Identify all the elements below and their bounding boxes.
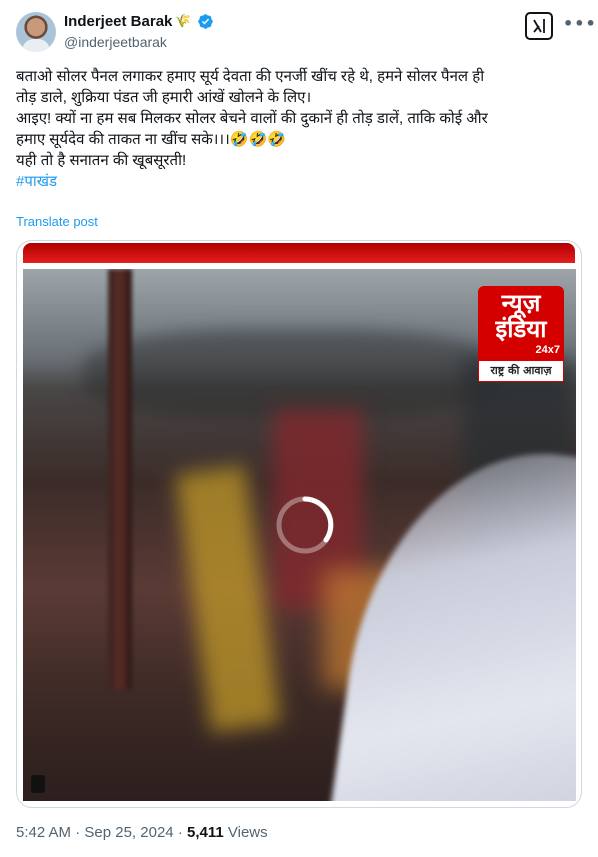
tweet-text: बताओ सोलर पैनल लगाकर हमाए सूर्य देवता की… xyxy=(16,66,582,192)
tweet-line: आइए! क्यों ना हम सब मिलकर सोलर बेचने वाल… xyxy=(16,110,488,127)
translate-post-link[interactable]: Translate post xyxy=(16,214,98,229)
meta-separator: · xyxy=(75,824,81,841)
video-top-bar xyxy=(23,243,575,263)
logo-sub: 24x7 xyxy=(535,344,560,356)
grok-glyph-icon xyxy=(533,19,545,33)
more-options-icon[interactable]: ••• xyxy=(563,14,597,33)
post-date[interactable]: Sep 25, 2024 xyxy=(84,824,173,841)
grok-icon[interactable] xyxy=(525,12,553,40)
views-label: Views xyxy=(227,824,268,841)
tweet-line: तोड़ डाले, शुक्रिया पंडत जी हमारी आंखें … xyxy=(16,89,312,106)
tweet-line: हमाए सूर्यदेव की ताकत ना खींच सके।।।🤣🤣🤣 xyxy=(16,131,286,148)
views-count: 5,411 xyxy=(186,824,224,841)
tweet-line: यही तो है सनातन की खूबसूरती! xyxy=(16,152,187,169)
news-channel-logo: न्यूज़ इंडिया 24x7 राष्ट्र की आवाज़ xyxy=(478,286,564,382)
tweet-meta: 5:42 AM · Sep 25, 2024 · 5,411 Views xyxy=(16,824,268,841)
meta-separator: · xyxy=(177,824,183,841)
video-frame[interactable]: न्यूज़ इंडिया 24x7 राष्ट्र की आवाज़ xyxy=(23,269,576,801)
tweet-line: बताओ सोलर पैनल लगाकर हमाए सूर्य देवता की… xyxy=(16,68,485,85)
author-name-row[interactable]: Inderjeet Barak 🌾 xyxy=(64,13,214,30)
author-display-name[interactable]: Inderjeet Barak xyxy=(64,13,172,30)
loading-spinner-icon xyxy=(276,496,334,554)
video-media-card[interactable]: न्यूज़ इंडिया 24x7 राष्ट्र की आवाज़ xyxy=(16,240,582,808)
wheat-emoji-icon: 🌾 xyxy=(175,14,192,29)
logo-tagline: राष्ट्र की आवाज़ xyxy=(478,360,564,382)
verified-badge-icon[interactable] xyxy=(197,13,214,30)
avatar[interactable] xyxy=(16,12,56,52)
hashtag-link[interactable]: #पाखंड xyxy=(16,171,582,192)
logo-line2: इंडिया xyxy=(495,315,547,343)
video-control-icon[interactable] xyxy=(31,775,45,793)
author-handle[interactable]: @inderjeetbarak xyxy=(64,34,167,50)
post-time[interactable]: 5:42 AM xyxy=(16,824,71,841)
